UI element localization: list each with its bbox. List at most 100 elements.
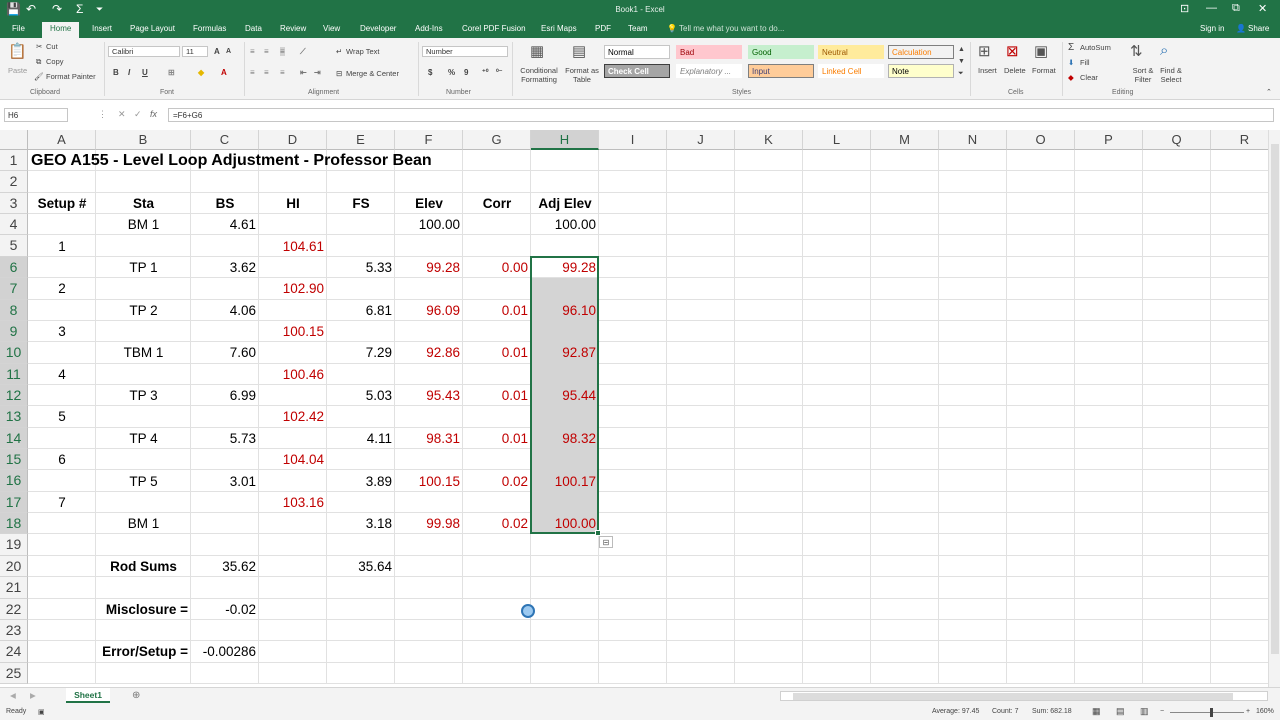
setup-number-cell[interactable]: 1 bbox=[28, 235, 96, 256]
autosum-button[interactable]: AutoSum bbox=[1080, 43, 1111, 52]
merge-center-button[interactable]: Merge & Center bbox=[346, 69, 399, 78]
rod-sums-label[interactable]: Rod Sums bbox=[96, 556, 191, 577]
row-header-12[interactable]: 12 bbox=[0, 384, 28, 407]
elevation-cell[interactable]: 96.09 bbox=[395, 300, 463, 321]
format-as-table-icon[interactable]: ▤ bbox=[572, 42, 586, 60]
borders-icon[interactable]: ⊞ bbox=[168, 68, 175, 77]
elevation-cell[interactable]: 100.00 bbox=[395, 214, 463, 235]
merge-icon[interactable]: ⊟ bbox=[336, 69, 342, 78]
scroll-sheets-left-icon[interactable]: ◀ bbox=[10, 691, 16, 700]
macro-record-icon[interactable]: ▣ bbox=[38, 708, 45, 716]
copy-button[interactable]: Copy bbox=[46, 57, 64, 66]
column-header-q[interactable]: Q bbox=[1143, 130, 1211, 150]
zoom-level[interactable]: 160% bbox=[1256, 708, 1274, 715]
elevation-cell[interactable]: 100.15 bbox=[395, 470, 463, 491]
minimize-icon[interactable]: — bbox=[1206, 2, 1217, 14]
backsight-cell[interactable]: 4.06 bbox=[191, 300, 259, 321]
backsight-cell[interactable]: 4.61 bbox=[191, 214, 259, 235]
cell-style-neutral[interactable]: Neutral bbox=[818, 45, 884, 59]
cell-style-calculation[interactable]: Calculation bbox=[888, 45, 954, 59]
row-header-22[interactable]: 22 bbox=[0, 598, 28, 620]
conditional-formatting-icon[interactable]: ▦ bbox=[530, 42, 544, 60]
paste-button[interactable]: Paste bbox=[8, 66, 27, 75]
column-header-k[interactable]: K bbox=[735, 130, 803, 150]
search-icon[interactable]: ⌕ bbox=[1160, 42, 1168, 59]
underline-button[interactable]: U bbox=[142, 68, 148, 77]
station-cell[interactable]: TP 1 bbox=[96, 257, 191, 278]
rod-sums-fs[interactable]: 35.64 bbox=[327, 556, 395, 577]
row-header-5[interactable]: 5 bbox=[0, 235, 28, 257]
column-header-h[interactable]: H bbox=[531, 130, 599, 150]
close-icon[interactable]: ✕ bbox=[1258, 2, 1267, 15]
column-header-l[interactable]: L bbox=[803, 130, 871, 150]
elevation-cell[interactable]: 95.43 bbox=[395, 385, 463, 406]
tab-data[interactable]: Data bbox=[245, 24, 262, 33]
foresight-cell[interactable]: 3.89 bbox=[327, 470, 395, 491]
styles-scroll-up-icon[interactable]: ▲ bbox=[958, 46, 965, 53]
setup-number-cell[interactable]: 2 bbox=[28, 278, 96, 299]
station-cell[interactable]: TBM 1 bbox=[96, 342, 191, 363]
column-label-b[interactable]: Sta bbox=[96, 193, 191, 214]
column-header-o[interactable]: O bbox=[1007, 130, 1075, 150]
cell-style-linked-cell[interactable]: Linked Cell bbox=[818, 64, 884, 78]
station-cell[interactable]: TP 4 bbox=[96, 428, 191, 449]
column-header-j[interactable]: J bbox=[667, 130, 735, 150]
setup-number-cell[interactable]: 3 bbox=[28, 321, 96, 342]
page-break-view-icon[interactable]: ▥ bbox=[1140, 706, 1149, 717]
column-label-h[interactable]: Adj Elev bbox=[531, 193, 599, 214]
tab-insert[interactable]: Insert bbox=[92, 24, 112, 33]
column-label-g[interactable]: Corr bbox=[463, 193, 531, 214]
formula-bar-options-icon[interactable]: ⋮ bbox=[98, 109, 107, 120]
autosum-icon[interactable]: Σ bbox=[1068, 42, 1074, 53]
setup-number-cell[interactable]: 4 bbox=[28, 364, 96, 385]
sign-in-link[interactable]: Sign in bbox=[1200, 24, 1224, 33]
column-header-r[interactable]: R bbox=[1211, 130, 1268, 150]
backsight-cell[interactable]: 5.73 bbox=[191, 428, 259, 449]
cell-style-good[interactable]: Good bbox=[748, 45, 814, 59]
misclosure-value[interactable]: -0.02 bbox=[191, 599, 259, 620]
tab-team[interactable]: Team bbox=[628, 24, 648, 33]
column-header-i[interactable]: I bbox=[599, 130, 667, 150]
error-per-setup-value[interactable]: -0.00286 bbox=[191, 641, 259, 662]
row-header-3[interactable]: 3 bbox=[0, 192, 28, 215]
percent-button[interactable]: % bbox=[448, 68, 455, 77]
number-format-dropdown[interactable]: Number bbox=[422, 46, 508, 57]
tab-add-ins[interactable]: Add-Ins bbox=[415, 24, 443, 33]
height-instrument-cell[interactable]: 103.16 bbox=[259, 492, 327, 513]
row-header-17[interactable]: 17 bbox=[0, 491, 28, 514]
backsight-cell[interactable]: 3.62 bbox=[191, 257, 259, 278]
fill-button[interactable]: Fill bbox=[1080, 58, 1090, 67]
elevation-cell[interactable]: 98.31 bbox=[395, 428, 463, 449]
align-right-icon[interactable]: ≡ bbox=[280, 68, 285, 77]
cell-style-note[interactable]: Note bbox=[888, 64, 954, 78]
delete-cells-icon[interactable]: ⊠ bbox=[1006, 42, 1019, 60]
row-header-25[interactable]: 25 bbox=[0, 662, 28, 684]
clear-icon[interactable]: ◆ bbox=[1068, 73, 1074, 82]
setup-number-cell[interactable]: 7 bbox=[28, 492, 96, 513]
align-bottom-icon[interactable]: ≡ bbox=[280, 47, 285, 56]
tab-home[interactable]: Home bbox=[42, 22, 80, 38]
delete-cells-button[interactable]: Delete bbox=[1004, 66, 1026, 75]
sort-filter-icon[interactable]: ⇅ bbox=[1130, 42, 1143, 60]
cell-style-input[interactable]: Input bbox=[748, 64, 814, 78]
shrink-font-icon[interactable]: A bbox=[226, 48, 231, 55]
styles-more-icon[interactable]: ⏷ bbox=[958, 70, 964, 78]
align-center-icon[interactable]: ≡ bbox=[264, 68, 269, 77]
foresight-cell[interactable]: 6.81 bbox=[327, 300, 395, 321]
elevation-cell[interactable]: 92.86 bbox=[395, 342, 463, 363]
correction-cell[interactable]: 0.01 bbox=[463, 385, 531, 406]
setup-number-cell[interactable]: 5 bbox=[28, 406, 96, 427]
tab-esri-maps[interactable]: Esri Maps bbox=[541, 24, 577, 33]
station-cell[interactable]: BM 1 bbox=[96, 513, 191, 534]
cancel-entry-icon[interactable]: ✕ bbox=[118, 109, 126, 120]
font-color-icon[interactable]: A bbox=[221, 68, 227, 77]
height-instrument-cell[interactable]: 100.46 bbox=[259, 364, 327, 385]
column-label-e[interactable]: FS bbox=[327, 193, 395, 214]
confirm-entry-icon[interactable]: ✓ bbox=[134, 109, 142, 120]
share-button[interactable]: Share bbox=[1248, 24, 1269, 33]
format-cells-button[interactable]: Format bbox=[1032, 66, 1056, 75]
styles-scroll-down-icon[interactable]: ▼ bbox=[958, 58, 965, 65]
sheet-title[interactable]: GEO A155 - Level Loop Adjustment - Profe… bbox=[28, 150, 628, 171]
zoom-in-icon[interactable]: + bbox=[1246, 708, 1250, 715]
cell-style-normal[interactable]: Normal bbox=[604, 45, 670, 59]
